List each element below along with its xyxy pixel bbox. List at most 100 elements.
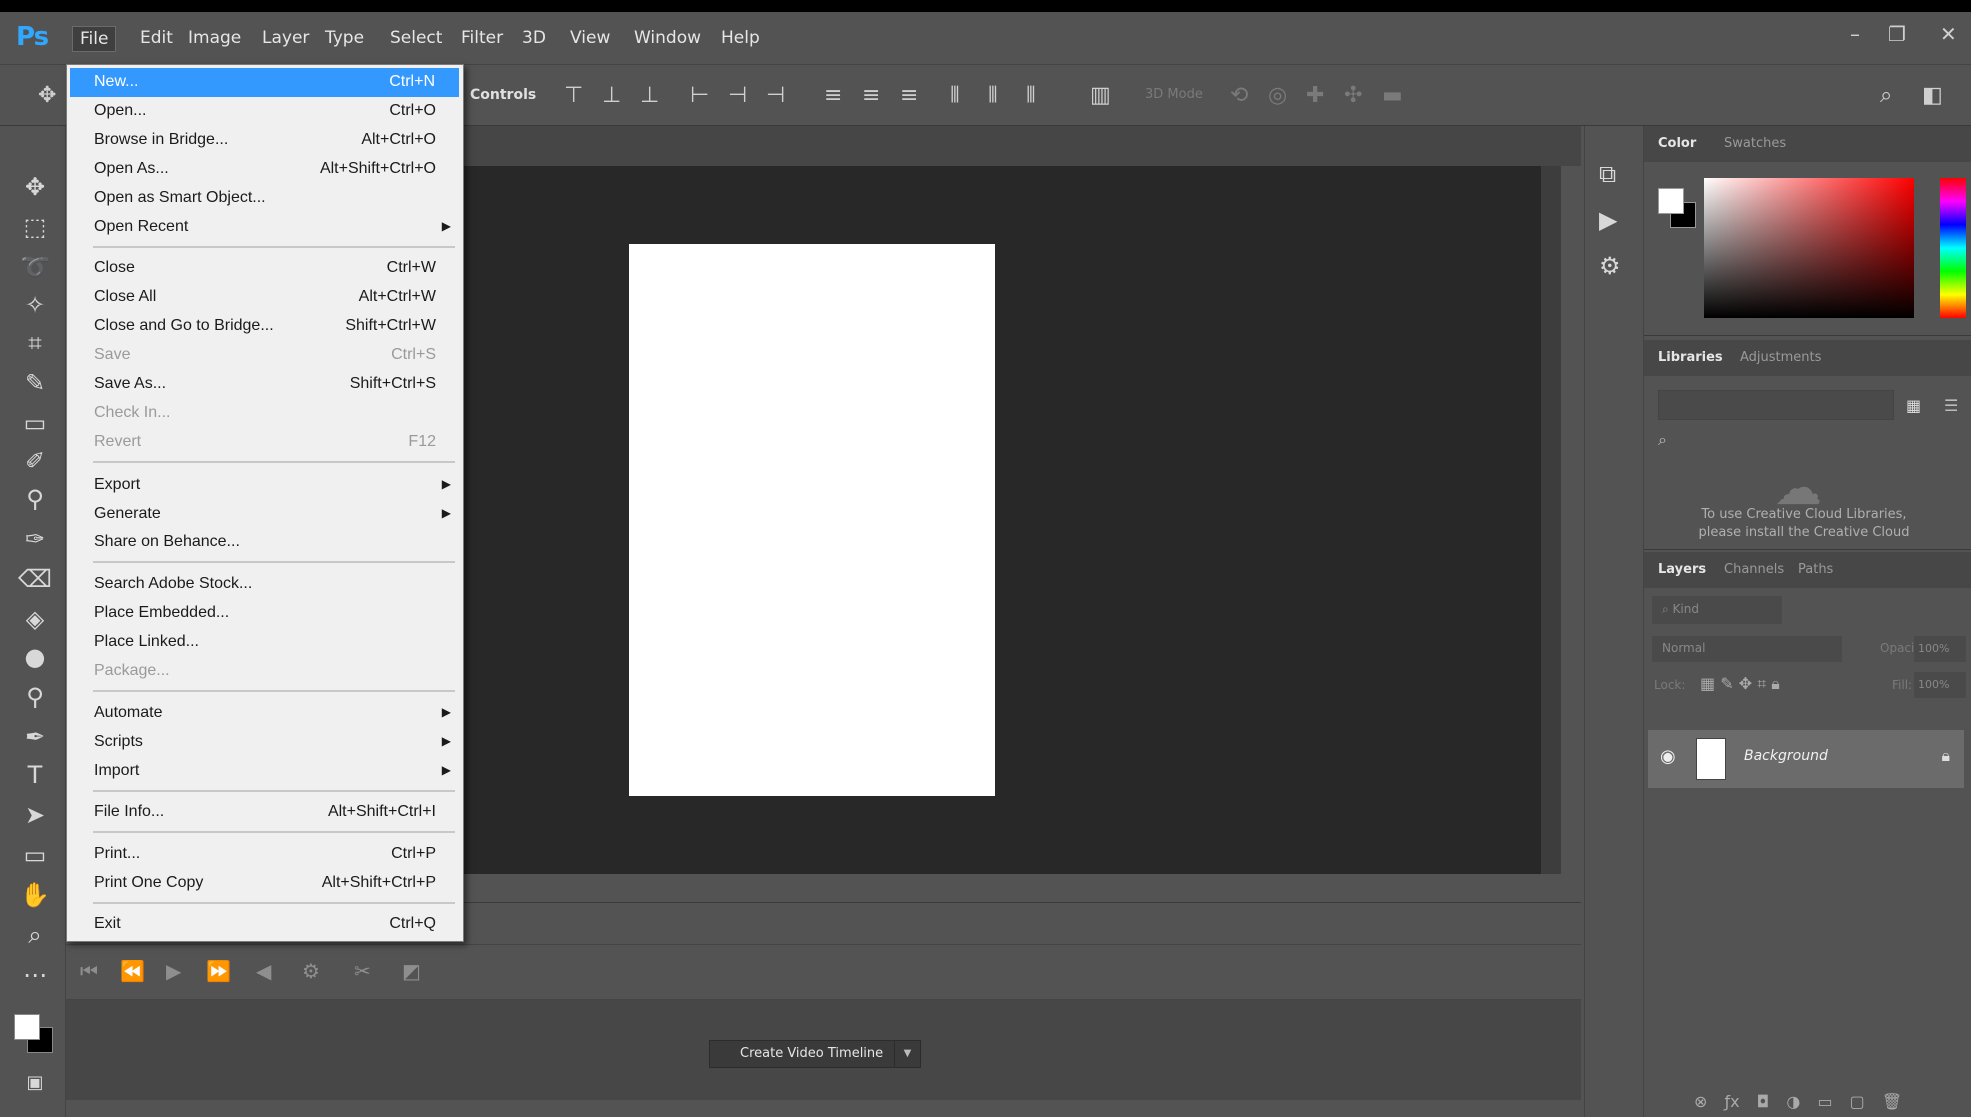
tab-layers[interactable]: Layers [1658, 562, 1706, 577]
create-video-timeline-button[interactable]: Create Video Timeline ▼ [709, 1040, 921, 1068]
align-hcenter-icon[interactable]: ⊣ [728, 83, 747, 108]
tab-channels[interactable]: Channels [1724, 562, 1784, 577]
menu-item-save-as[interactable]: Save As... Shift+Ctrl+S [67, 370, 463, 399]
menu-file[interactable]: File [72, 26, 117, 52]
settings-icon[interactable]: ⚙ [302, 959, 320, 983]
menu-image[interactable]: Image [181, 26, 248, 50]
align-left-icon[interactable]: ⊢ [690, 83, 709, 108]
layers-footer-icons[interactable]: ⊗ ƒx ◘ ◑ ▭ ▢ 🗑︎ [1694, 1092, 1964, 1111]
menu-3d[interactable]: 3D [515, 26, 553, 50]
align-vcenter-icon[interactable]: ⊥ [602, 83, 621, 108]
hue-slider[interactable] [1940, 178, 1966, 318]
lasso-tool-icon[interactable]: ➰ [18, 250, 52, 284]
crop-tool-icon[interactable]: ⌗ [18, 326, 52, 360]
menu-item-open-as[interactable]: Open As... Alt+Shift+Ctrl+O [67, 155, 463, 184]
menu-item-export[interactable]: Export ▶ [67, 471, 463, 500]
menu-select[interactable]: Select [383, 26, 449, 50]
vertical-scrollbar[interactable] [1541, 166, 1561, 874]
zoom-tool-icon[interactable]: ⌕ [18, 918, 52, 952]
menu-item-scripts[interactable]: Scripts ▶ [67, 728, 463, 757]
layer-filter[interactable]: ⌕ Kind [1652, 596, 1782, 624]
layer-row[interactable]: ◉ Background 🔒︎ [1648, 730, 1964, 788]
magic-wand-tool-icon[interactable]: ✧ [18, 288, 52, 322]
3d-roll-icon[interactable]: ◎ [1268, 83, 1287, 108]
menu-edit[interactable]: Edit [133, 26, 180, 50]
properties-panel-icon[interactable]: ⚙ [1599, 252, 1621, 280]
transition-icon[interactable]: ◩ [402, 959, 421, 983]
menu-item-search-adobe-stock[interactable]: Search Adobe Stock... [67, 570, 463, 599]
blend-mode-select[interactable]: Normal [1652, 636, 1842, 662]
actions-panel-icon[interactable]: ▶ [1599, 206, 1617, 234]
menu-item-place-embedded[interactable]: Place Embedded... [67, 599, 463, 628]
brush-tool-icon[interactable]: ✐ [18, 444, 52, 478]
3d-slide-icon[interactable]: ✣ [1344, 83, 1362, 108]
3d-rotate-icon[interactable]: ⟲ [1230, 83, 1248, 108]
type-tool-icon[interactable]: T [18, 758, 52, 792]
align-right-icon[interactable]: ⊣ [766, 83, 785, 108]
eraser-tool-icon[interactable]: ⌫ [18, 562, 52, 596]
menu-item-open[interactable]: Open... Ctrl+O [67, 97, 463, 126]
distribute-vcenter-icon[interactable]: ≡ [862, 83, 880, 108]
list-view-icon[interactable]: ☰ [1944, 396, 1958, 415]
quick-mask-icon[interactable]: ▣ [18, 1066, 52, 1100]
menu-item-generate[interactable]: Generate ▶ [67, 500, 463, 529]
distribute-right-icon[interactable]: ⦀ [1026, 83, 1036, 108]
lock-icons[interactable]: ▦ ✎ ✥ ⌗ 🔒︎ [1700, 674, 1780, 694]
opacity-field[interactable]: 100% [1914, 636, 1966, 662]
marquee-tool-icon[interactable]: ⬚ [18, 210, 52, 244]
move-tool-icon[interactable]: ✥ [38, 83, 56, 108]
distribute-hcenter-icon[interactable]: ⦀ [988, 83, 998, 108]
pen-tool-icon[interactable]: ✒ [18, 720, 52, 754]
color-picker-field[interactable] [1704, 178, 1914, 318]
previous-frame-icon[interactable]: ⏪ [120, 959, 145, 983]
3d-pan-icon[interactable]: ✚ [1306, 83, 1324, 108]
mute-icon[interactable]: ◀ [256, 959, 271, 983]
menu-item-close-and-go-to-bridge[interactable]: Close and Go to Bridge... Shift+Ctrl+W [67, 312, 463, 341]
menu-item-close[interactable]: Close Ctrl+W [67, 254, 463, 283]
auto-align-icon[interactable]: ▥ [1090, 83, 1111, 108]
paint-bucket-tool-icon[interactable]: ◈ [18, 602, 52, 636]
more-tools-icon[interactable]: ⋯ [18, 958, 52, 992]
search-icon[interactable]: ⌕ [1658, 430, 1667, 450]
history-panel-icon[interactable]: ⧉ [1599, 160, 1616, 188]
3d-scale-icon[interactable]: ▬ [1382, 83, 1403, 108]
close-icon[interactable]: ✕ [1940, 22, 1957, 46]
menu-item-browse-in-bridge[interactable]: Browse in Bridge... Alt+Ctrl+O [67, 126, 463, 155]
tab-adjustments[interactable]: Adjustments [1740, 350, 1821, 365]
next-frame-icon[interactable]: ⏩ [206, 959, 231, 983]
dodge-tool-icon[interactable]: ⚲ [18, 680, 52, 714]
menu-item-close-all[interactable]: Close All Alt+Ctrl+W [67, 283, 463, 312]
tab-swatches[interactable]: Swatches [1724, 136, 1786, 151]
restore-icon[interactable]: ❐ [1888, 22, 1906, 46]
menu-item-open-smart-object[interactable]: Open as Smart Object... [67, 184, 463, 213]
move-tool-icon[interactable]: ✥ [18, 170, 52, 204]
tab-color[interactable]: Color [1658, 136, 1696, 151]
fill-field[interactable]: 100% [1914, 672, 1966, 698]
history-brush-tool-icon[interactable]: ✑ [18, 522, 52, 556]
menu-item-automate[interactable]: Automate ▶ [67, 699, 463, 728]
menu-filter[interactable]: Filter [454, 26, 510, 50]
play-icon[interactable]: ▶ [166, 959, 181, 983]
menu-view[interactable]: View [563, 26, 617, 50]
menu-item-save[interactable]: Save Ctrl+S [67, 341, 463, 370]
distribute-bottom-icon[interactable]: ≡ [900, 83, 918, 108]
minimize-icon[interactable]: – [1850, 22, 1860, 46]
menu-type[interactable]: Type [318, 26, 371, 50]
path-selection-tool-icon[interactable]: ➤ [18, 798, 52, 832]
tab-libraries[interactable]: Libraries [1658, 350, 1723, 365]
hand-tool-icon[interactable]: ✋ [18, 878, 52, 912]
menu-window[interactable]: Window [627, 26, 708, 50]
first-frame-icon[interactable]: ⏮ [80, 959, 98, 983]
chevron-down-icon[interactable]: ▼ [894, 1041, 920, 1067]
eyedropper-tool-icon[interactable]: ✎ [18, 366, 52, 400]
document-canvas[interactable] [629, 244, 995, 796]
grid-view-icon[interactable]: ▦ [1906, 396, 1921, 415]
healing-brush-tool-icon[interactable]: ▭ [18, 406, 52, 440]
menu-item-share-on-behance[interactable]: Share on Behance... [67, 528, 463, 557]
menu-item-open-recent[interactable]: Open Recent ▶ [67, 213, 463, 242]
menu-item-revert[interactable]: Revert F12 [67, 428, 463, 457]
menu-layer[interactable]: Layer [255, 26, 316, 50]
align-top-icon[interactable]: ⊤ [564, 83, 583, 108]
menu-item-place-linked[interactable]: Place Linked... [67, 628, 463, 657]
search-icon[interactable]: ⌕ [1880, 83, 1892, 108]
